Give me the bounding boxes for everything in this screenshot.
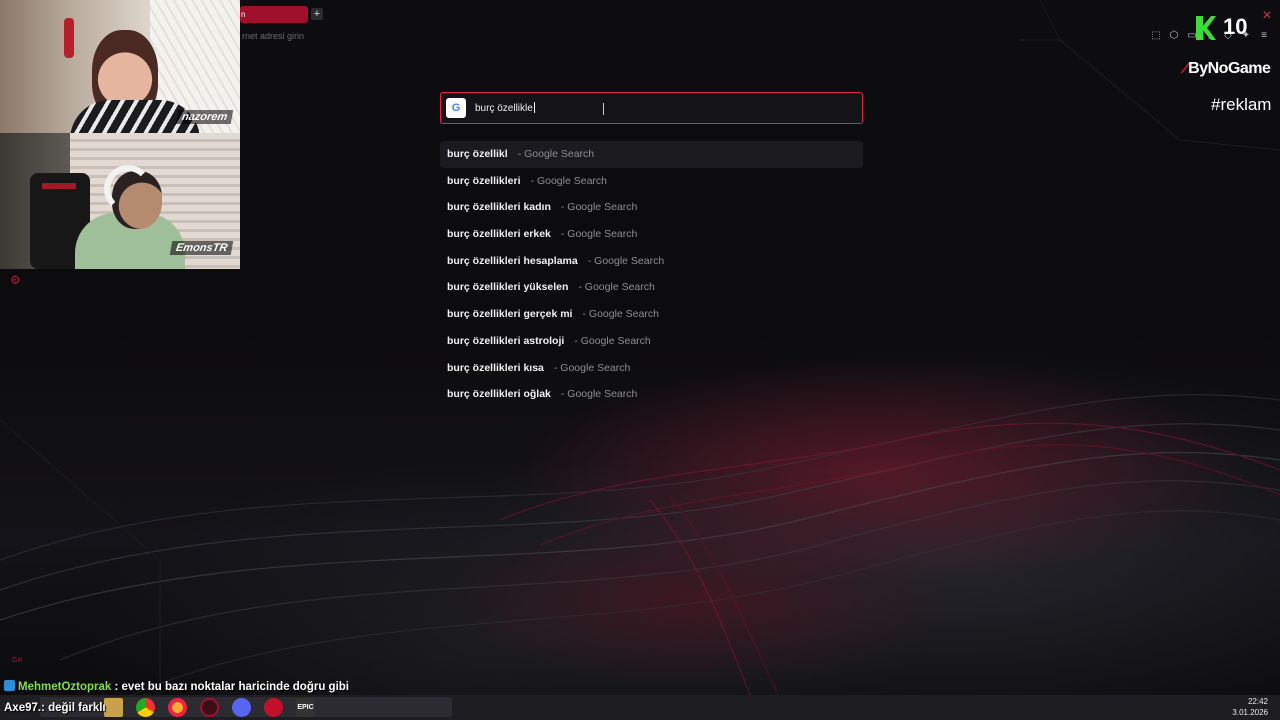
suggestion-item[interactable]: burç özellikleri yükselen - Google Search: [440, 274, 863, 301]
sidebar-settings-icon[interactable]: ⚙: [10, 273, 21, 287]
suggestion-item[interactable]: burç özellikleri oğlak - Google Search: [440, 381, 863, 408]
webcam-name-tag: EmonsTR: [169, 241, 234, 255]
suggestion-list: burç özellikl - Google Search burç özellik…: [440, 141, 863, 408]
system-clock[interactable]: 22:42 3.01.2026: [1232, 696, 1268, 718]
discord-icon[interactable]: [232, 698, 251, 717]
extensions-icon[interactable]: ⬡: [1168, 30, 1180, 42]
suggestion-item[interactable]: burç özellikleri astroloji - Google Searc…: [440, 328, 863, 355]
webcam-bottom: EmonsTR: [0, 133, 240, 269]
suggestion-source: - Google Search: [582, 308, 659, 321]
menu-icon[interactable]: ≡: [1258, 30, 1270, 42]
snapshot-icon[interactable]: ⬚: [1150, 30, 1162, 42]
viewer-count: 10: [1223, 14, 1248, 39]
firefox-icon[interactable]: [168, 698, 187, 717]
tab-strip: [240, 0, 1280, 30]
suggestion-item[interactable]: burç özellikl - Google Search: [440, 141, 863, 168]
suggestion-query: burç özellikleri astroloji: [447, 334, 565, 347]
suggestion-query: burç özellikleri gerçek mi: [447, 308, 573, 321]
suggestion-item[interactable]: burç özellikleri gerçek mi - Google Searc…: [440, 301, 863, 328]
chat-text: Axe97.: değil farklı: [4, 702, 106, 714]
chat-text: : evet bu bazı noktalar haricinde doğru …: [111, 681, 349, 693]
chat-username: MehmetOztoprak: [18, 681, 112, 693]
suggestion-query: burç özellikleri: [447, 174, 521, 187]
chat-message: Axe97.: değil farklı: [4, 702, 106, 714]
taskbar-apps: EPIC: [104, 698, 315, 717]
chrome-icon[interactable]: [136, 698, 155, 717]
sponsor-mark-icon: ⁄: [1184, 60, 1187, 77]
epic-games-icon[interactable]: EPIC: [296, 698, 315, 717]
ad-hashtag: #reklam: [1211, 95, 1272, 114]
sponsor-logo: ⁄ ByNoGame: [1184, 60, 1271, 78]
suggestion-source: - Google Search: [560, 388, 638, 401]
chat-message: MehmetOztoprak : evet bu bazı noktalar h…: [4, 680, 349, 693]
suggestion-item[interactable]: burç özellikleri hesaplama - Google Searc…: [440, 248, 863, 275]
clock-date: 3.01.2026: [1232, 708, 1268, 717]
suggestion-query: burç özellikl: [447, 148, 508, 160]
text-cursor-icon: [603, 103, 604, 115]
gx-mark-icon: GX: [12, 657, 23, 664]
search-query-text[interactable]: burç özellikle: [475, 102, 535, 114]
suggestion-query: burç özellikleri kadın: [447, 201, 551, 214]
file-explorer-icon[interactable]: [104, 698, 123, 717]
suggestion-source: - Google Search: [560, 201, 638, 214]
close-icon[interactable]: ✕: [1262, 8, 1272, 22]
google-icon: G: [446, 98, 466, 118]
opera-gx-icon[interactable]: [200, 698, 219, 717]
suggestion-source: - Google Search: [553, 361, 631, 374]
suggestion-query: burç özellikleri oğlak: [447, 388, 551, 401]
search-input[interactable]: G burç özellikle: [440, 92, 863, 124]
suggestion-item[interactable]: burç özellikleri - Google Search: [440, 168, 863, 195]
active-tab[interactable]: n: [240, 6, 308, 23]
suggestion-source: - Google Search: [530, 174, 607, 187]
clock-time: 22:42: [1247, 697, 1268, 706]
suggestion-source: - Google Search: [560, 228, 638, 241]
suggestion-query: burç özellikleri erkek: [447, 228, 551, 241]
suggestion-query: burç özellikleri hesaplama: [447, 254, 578, 267]
webcam-toy: [64, 18, 74, 58]
suggestion-source: - Google Search: [587, 254, 665, 267]
suggestion-item[interactable]: burç özellikleri kısa - Google Search: [440, 355, 863, 382]
suggestion-query: burç özellikleri yükselen: [447, 281, 569, 294]
address-bar-placeholder[interactable]: rnet adresi girin: [242, 31, 304, 41]
sponsor-name: ByNoGame: [1188, 60, 1271, 77]
suggestion-item[interactable]: burç özellikleri kadın - Google Search: [440, 194, 863, 221]
obs-icon[interactable]: [264, 698, 283, 717]
chat-badge-icon: [4, 680, 15, 691]
suggestion-query: burç özellikleri kısa: [447, 361, 544, 374]
suggestion-source: - Google Search: [578, 281, 655, 294]
suggestion-source: - Google Search: [574, 334, 651, 347]
headset-icon: [104, 165, 152, 213]
new-tab-button[interactable]: +: [311, 8, 323, 20]
webcam-top: nazorem: [0, 0, 240, 133]
suggestion-source: - Google Search: [517, 148, 595, 160]
suggestion-item[interactable]: burç özellikleri erkek - Google Search: [440, 221, 863, 248]
webcam-name-tag: nazorem: [175, 110, 234, 124]
